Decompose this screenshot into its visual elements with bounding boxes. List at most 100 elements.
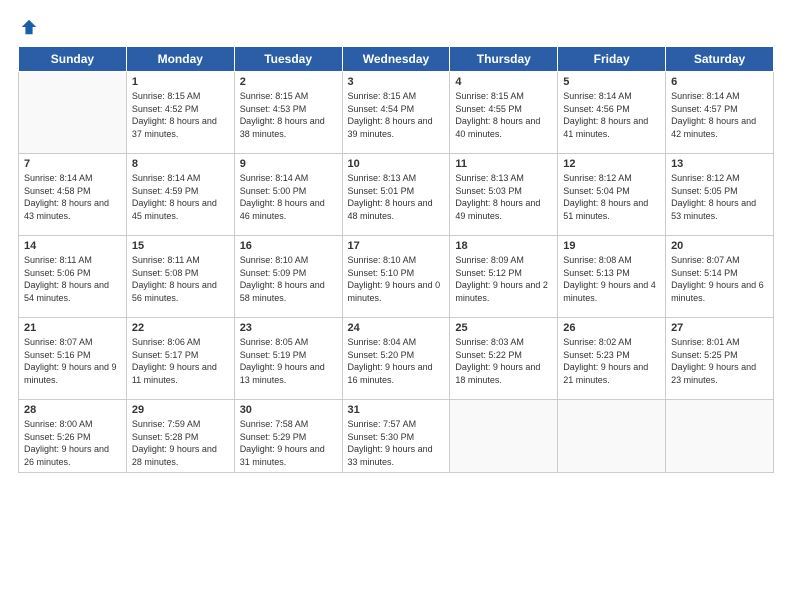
cell-date: 19	[563, 240, 660, 252]
cal-cell	[666, 400, 774, 473]
cal-cell	[19, 72, 127, 154]
cal-cell: 22 Sunrise: 8:06 AMSunset: 5:17 PMDaylig…	[126, 318, 234, 400]
cal-cell	[450, 400, 558, 473]
cell-info: Sunrise: 8:14 AMSunset: 4:56 PMDaylight:…	[563, 90, 660, 140]
cell-date: 23	[240, 322, 337, 334]
cell-date: 24	[348, 322, 445, 334]
cell-date: 10	[348, 158, 445, 170]
cell-date: 27	[671, 322, 768, 334]
cell-info: Sunrise: 8:14 AMSunset: 4:59 PMDaylight:…	[132, 172, 229, 222]
cal-cell: 13 Sunrise: 8:12 AMSunset: 5:05 PMDaylig…	[666, 154, 774, 236]
cal-cell: 2 Sunrise: 8:15 AMSunset: 4:53 PMDayligh…	[234, 72, 342, 154]
day-header-wednesday: Wednesday	[342, 47, 450, 72]
cell-info: Sunrise: 8:09 AMSunset: 5:12 PMDaylight:…	[455, 254, 552, 304]
cell-date: 14	[24, 240, 121, 252]
cal-cell: 12 Sunrise: 8:12 AMSunset: 5:04 PMDaylig…	[558, 154, 666, 236]
cell-date: 6	[671, 76, 768, 88]
cal-cell: 23 Sunrise: 8:05 AMSunset: 5:19 PMDaylig…	[234, 318, 342, 400]
cal-cell: 4 Sunrise: 8:15 AMSunset: 4:55 PMDayligh…	[450, 72, 558, 154]
cell-info: Sunrise: 8:14 AMSunset: 4:58 PMDaylight:…	[24, 172, 121, 222]
cell-date: 18	[455, 240, 552, 252]
cal-cell: 7 Sunrise: 8:14 AMSunset: 4:58 PMDayligh…	[19, 154, 127, 236]
cell-date: 12	[563, 158, 660, 170]
cell-info: Sunrise: 8:10 AMSunset: 5:09 PMDaylight:…	[240, 254, 337, 304]
cal-cell: 19 Sunrise: 8:08 AMSunset: 5:13 PMDaylig…	[558, 236, 666, 318]
day-header-thursday: Thursday	[450, 47, 558, 72]
cal-cell: 16 Sunrise: 8:10 AMSunset: 5:09 PMDaylig…	[234, 236, 342, 318]
cell-date: 1	[132, 76, 229, 88]
cell-info: Sunrise: 8:13 AMSunset: 5:03 PMDaylight:…	[455, 172, 552, 222]
cal-cell: 14 Sunrise: 8:11 AMSunset: 5:06 PMDaylig…	[19, 236, 127, 318]
cal-cell: 17 Sunrise: 8:10 AMSunset: 5:10 PMDaylig…	[342, 236, 450, 318]
cal-cell: 9 Sunrise: 8:14 AMSunset: 5:00 PMDayligh…	[234, 154, 342, 236]
logo	[18, 18, 38, 36]
cal-cell: 21 Sunrise: 8:07 AMSunset: 5:16 PMDaylig…	[19, 318, 127, 400]
cal-cell: 18 Sunrise: 8:09 AMSunset: 5:12 PMDaylig…	[450, 236, 558, 318]
cell-info: Sunrise: 7:57 AMSunset: 5:30 PMDaylight:…	[348, 418, 445, 468]
cal-cell: 20 Sunrise: 8:07 AMSunset: 5:14 PMDaylig…	[666, 236, 774, 318]
cell-info: Sunrise: 8:11 AMSunset: 5:06 PMDaylight:…	[24, 254, 121, 304]
cell-date: 5	[563, 76, 660, 88]
cell-info: Sunrise: 8:12 AMSunset: 5:05 PMDaylight:…	[671, 172, 768, 222]
day-header-monday: Monday	[126, 47, 234, 72]
cal-cell: 1 Sunrise: 8:15 AMSunset: 4:52 PMDayligh…	[126, 72, 234, 154]
cal-cell: 30 Sunrise: 7:58 AMSunset: 5:29 PMDaylig…	[234, 400, 342, 473]
cell-date: 7	[24, 158, 121, 170]
cell-info: Sunrise: 8:06 AMSunset: 5:17 PMDaylight:…	[132, 336, 229, 386]
cell-info: Sunrise: 8:14 AMSunset: 5:00 PMDaylight:…	[240, 172, 337, 222]
cell-date: 30	[240, 404, 337, 416]
cell-date: 15	[132, 240, 229, 252]
cal-cell: 8 Sunrise: 8:14 AMSunset: 4:59 PMDayligh…	[126, 154, 234, 236]
cell-info: Sunrise: 8:07 AMSunset: 5:14 PMDaylight:…	[671, 254, 768, 304]
cal-cell: 27 Sunrise: 8:01 AMSunset: 5:25 PMDaylig…	[666, 318, 774, 400]
cell-date: 2	[240, 76, 337, 88]
cell-info: Sunrise: 8:13 AMSunset: 5:01 PMDaylight:…	[348, 172, 445, 222]
day-header-tuesday: Tuesday	[234, 47, 342, 72]
cal-cell: 31 Sunrise: 7:57 AMSunset: 5:30 PMDaylig…	[342, 400, 450, 473]
cell-date: 29	[132, 404, 229, 416]
cal-cell: 5 Sunrise: 8:14 AMSunset: 4:56 PMDayligh…	[558, 72, 666, 154]
cal-cell	[558, 400, 666, 473]
cal-cell: 26 Sunrise: 8:02 AMSunset: 5:23 PMDaylig…	[558, 318, 666, 400]
cell-info: Sunrise: 8:14 AMSunset: 4:57 PMDaylight:…	[671, 90, 768, 140]
cell-date: 17	[348, 240, 445, 252]
cal-cell: 10 Sunrise: 8:13 AMSunset: 5:01 PMDaylig…	[342, 154, 450, 236]
cell-date: 25	[455, 322, 552, 334]
cell-info: Sunrise: 8:03 AMSunset: 5:22 PMDaylight:…	[455, 336, 552, 386]
cell-date: 8	[132, 158, 229, 170]
logo-icon	[20, 18, 38, 36]
cell-info: Sunrise: 8:15 AMSunset: 4:52 PMDaylight:…	[132, 90, 229, 140]
cell-date: 3	[348, 76, 445, 88]
cal-cell: 29 Sunrise: 7:59 AMSunset: 5:28 PMDaylig…	[126, 400, 234, 473]
day-header-friday: Friday	[558, 47, 666, 72]
cell-info: Sunrise: 8:02 AMSunset: 5:23 PMDaylight:…	[563, 336, 660, 386]
cell-info: Sunrise: 8:05 AMSunset: 5:19 PMDaylight:…	[240, 336, 337, 386]
cell-date: 20	[671, 240, 768, 252]
cal-cell: 25 Sunrise: 8:03 AMSunset: 5:22 PMDaylig…	[450, 318, 558, 400]
cell-info: Sunrise: 8:15 AMSunset: 4:53 PMDaylight:…	[240, 90, 337, 140]
cell-date: 11	[455, 158, 552, 170]
cal-cell: 6 Sunrise: 8:14 AMSunset: 4:57 PMDayligh…	[666, 72, 774, 154]
cell-info: Sunrise: 8:07 AMSunset: 5:16 PMDaylight:…	[24, 336, 121, 386]
cell-info: Sunrise: 8:10 AMSunset: 5:10 PMDaylight:…	[348, 254, 445, 304]
cell-date: 22	[132, 322, 229, 334]
page: SundayMondayTuesdayWednesdayThursdayFrid…	[0, 0, 792, 612]
cell-date: 31	[348, 404, 445, 416]
cal-cell: 28 Sunrise: 8:00 AMSunset: 5:26 PMDaylig…	[19, 400, 127, 473]
cal-cell: 24 Sunrise: 8:04 AMSunset: 5:20 PMDaylig…	[342, 318, 450, 400]
cell-info: Sunrise: 7:58 AMSunset: 5:29 PMDaylight:…	[240, 418, 337, 468]
cell-date: 13	[671, 158, 768, 170]
cell-date: 16	[240, 240, 337, 252]
cell-date: 9	[240, 158, 337, 170]
cell-info: Sunrise: 8:04 AMSunset: 5:20 PMDaylight:…	[348, 336, 445, 386]
cell-info: Sunrise: 7:59 AMSunset: 5:28 PMDaylight:…	[132, 418, 229, 468]
cell-info: Sunrise: 8:15 AMSunset: 4:54 PMDaylight:…	[348, 90, 445, 140]
cell-date: 28	[24, 404, 121, 416]
cal-cell: 15 Sunrise: 8:11 AMSunset: 5:08 PMDaylig…	[126, 236, 234, 318]
cell-info: Sunrise: 8:08 AMSunset: 5:13 PMDaylight:…	[563, 254, 660, 304]
cell-info: Sunrise: 8:00 AMSunset: 5:26 PMDaylight:…	[24, 418, 121, 468]
calendar-table: SundayMondayTuesdayWednesdayThursdayFrid…	[18, 46, 774, 473]
cell-date: 26	[563, 322, 660, 334]
cell-info: Sunrise: 8:12 AMSunset: 5:04 PMDaylight:…	[563, 172, 660, 222]
cell-date: 21	[24, 322, 121, 334]
